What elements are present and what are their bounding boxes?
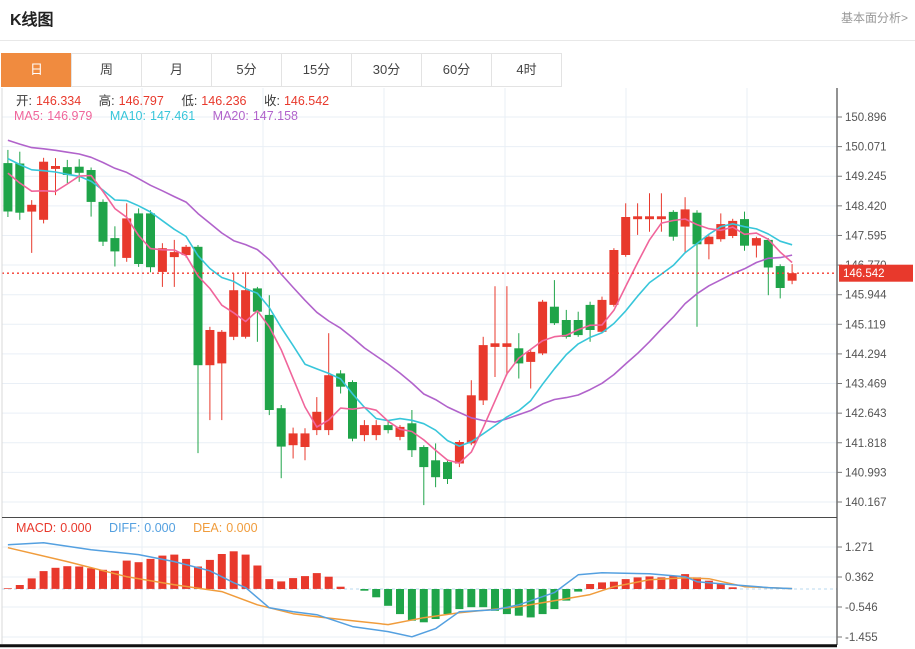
ohlc-legend: 开: 146.334 高: 146.797 低: 146.236 收: 146.542: [16, 90, 333, 109]
close-label: 收:: [263, 94, 280, 108]
open-value: 146.334: [35, 94, 82, 108]
ma20-value: 147.158: [252, 109, 298, 123]
macd-value: 0.000: [60, 521, 92, 535]
ma10-label: MA10:: [109, 109, 146, 123]
svg-text:148.420: 148.420: [845, 201, 887, 213]
ma10-value: 147.461: [150, 109, 196, 123]
close-value: 146.542: [283, 94, 330, 108]
svg-text:0.362: 0.362: [845, 572, 874, 584]
svg-text:143.469: 143.469: [845, 379, 887, 391]
svg-text:145.119: 145.119: [845, 319, 886, 331]
svg-text:142.643: 142.643: [845, 408, 887, 420]
svg-text:145.944: 145.944: [845, 290, 887, 302]
svg-text:141.818: 141.818: [845, 438, 887, 450]
kline-app: K线图 基本面分析> 日周月 5分 15分 30分 60分 4时 150.896 150.0…: [0, 0, 915, 649]
ma20-label: MA20:: [212, 109, 249, 123]
svg-text:-0.546: -0.546: [845, 602, 878, 614]
high-value: 146.797: [118, 94, 164, 108]
diff-label: DIFF:: [109, 521, 141, 535]
low-value: 146.236: [201, 94, 247, 108]
high-label: 高:: [98, 94, 115, 108]
dea-value: 0.000: [226, 521, 258, 535]
ma5-label: MA5:: [14, 109, 44, 123]
svg-text:144.294: 144.294: [845, 349, 887, 361]
ma5-value: 146.979: [47, 109, 93, 123]
svg-text:-1.455: -1.455: [845, 632, 878, 644]
dea-label: DEA:: [193, 521, 223, 535]
macd-legend: MACD: 0.000 DIFF: 0.000 DEA: 0.000: [16, 521, 262, 535]
open-label: 开:: [16, 94, 32, 108]
svg-text:140.167: 140.167: [845, 497, 887, 509]
low-label: 低:: [181, 94, 198, 108]
svg-text:1.271: 1.271: [845, 542, 874, 554]
svg-text:150.071: 150.071: [845, 142, 887, 154]
ma-legend: MA5: 146.979 MA10: 147.461 MA20: 147.158: [14, 109, 302, 123]
svg-text:140.993: 140.993: [845, 467, 887, 479]
diff-value: 0.000: [144, 521, 176, 535]
svg-text:147.595: 147.595: [845, 230, 887, 242]
svg-text:150.896: 150.896: [845, 112, 887, 124]
macd-label: MACD:: [16, 521, 57, 535]
svg-text:149.245: 149.245: [845, 171, 887, 183]
svg-text:146.542: 146.542: [843, 268, 885, 280]
